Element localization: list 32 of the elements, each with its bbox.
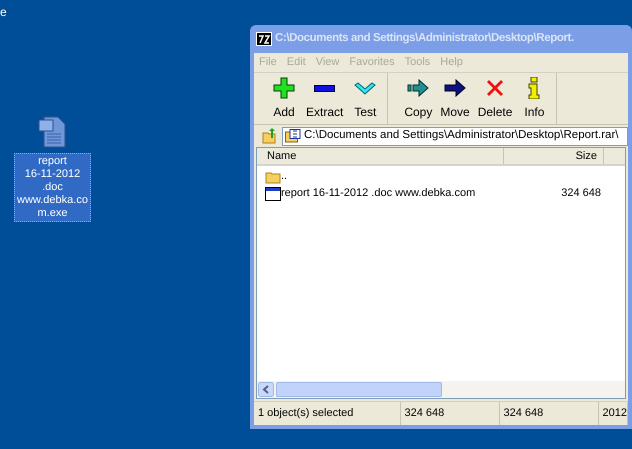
desktop-text: e [0,4,7,21]
horizontal-scrollbar[interactable] [257,381,625,398]
archive-icon [285,129,301,143]
status-text: 324 648 [400,402,500,425]
plus-icon [273,77,295,99]
arrow-icon [444,79,466,97]
toolbar-button[interactable]: Copy [400,76,436,122]
column-header[interactable]: Name [257,148,504,164]
file-row[interactable]: report 16-11-2012 .doc www.debka.com 324 648 [265,185,605,202]
scrollbar-thumb[interactable] [276,382,442,397]
app-icon [256,32,272,46]
folder-up-icon[interactable] [262,128,278,144]
status-text: 324 648 [500,402,598,425]
folder-icon [265,170,281,184]
status-text: 1 object(s) selected [254,402,400,425]
toolbar-button[interactable]: Info [516,76,552,122]
address-field[interactable]: C:\Documents and Settings\Administrator\Desktop\Report.rar\ [282,126,628,146]
close-icon [486,79,504,97]
status-text: 2012 [598,402,628,425]
toolbar-button[interactable]: Move [436,76,474,122]
file-row[interactable]: .. [265,168,605,185]
arrow-icon [407,79,430,97]
toolbar-button[interactable]: Delete [474,76,516,122]
toolbar-button[interactable]: Extract [302,76,348,122]
toolbar-button[interactable]: Add [266,76,302,122]
toolbar-button[interactable]: Test [347,76,384,122]
checkmark-icon [354,82,376,94]
desktop-icon-label[interactable]: report 16-11-2012 .doc www.debka.co m.exe [14,153,91,222]
minus-icon [314,84,336,92]
window-icon [265,186,281,200]
column-header[interactable]: Size [504,148,604,164]
window-title: C:\Documents and Settings\Administrator\Desktop\Report. [275,31,574,46]
